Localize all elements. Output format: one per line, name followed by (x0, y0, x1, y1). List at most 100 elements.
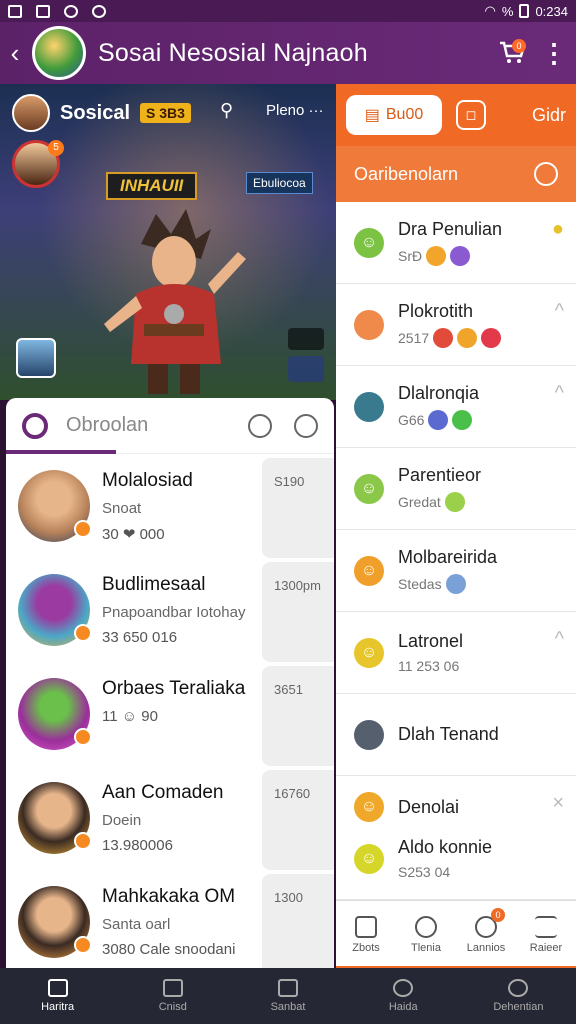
right-bottom-label: Tlenia (411, 941, 441, 954)
app-title: Sosai Nesosial Najnaoh (98, 38, 368, 67)
emoji-icon (452, 410, 473, 430)
chat-row[interactable]: Budlimesaal Pnapoandbar Iotohay 33 650 0… (6, 560, 334, 664)
app-bar: ‹ Sosai Nesosial Najnaoh 0 ⋮ (0, 22, 576, 84)
wifi-icon: ◠ (484, 3, 496, 18)
chat-name: Aan Comaden (102, 782, 224, 803)
user-icon[interactable] (534, 162, 558, 186)
hero-overlay-button[interactable] (288, 356, 324, 382)
document-icon: ▤ (364, 107, 380, 124)
chat-row[interactable]: Mahkakaka OM Santa oarl 3080 Cale snooda… (6, 872, 334, 968)
item-name: Parentieor (398, 465, 482, 485)
right-panel-header: Oaribenolarn (336, 146, 576, 202)
right-bottom-home[interactable]: Zbots (336, 901, 396, 968)
right-bottom-search[interactable]: Tlenia (396, 901, 456, 968)
tab-chats[interactable]: Obroolan (66, 414, 148, 437)
item-name: Dlah Tenand (398, 724, 499, 744)
nav-chats[interactable]: Cnisd (115, 968, 230, 1024)
tab-secondary[interactable]: ◻ (456, 100, 486, 130)
search-icon[interactable]: ⚲ (220, 100, 233, 121)
nav-label: Cnisd (158, 1001, 187, 1013)
item-name: Dlalronqia (398, 383, 480, 403)
back-arrow-icon[interactable]: ‹ (0, 38, 30, 69)
nav-label: Sanbat (270, 1001, 306, 1013)
hero-game-banner: INHAUII (106, 172, 198, 200)
compass-icon (278, 979, 298, 997)
tab-tertiary[interactable]: Gidr (532, 95, 566, 135)
status-badge (74, 728, 92, 746)
nav-home[interactable]: Haritra (0, 968, 115, 1024)
chat-time: S190 (262, 458, 334, 558)
star-icon (445, 574, 466, 594)
list-item[interactable]: Plokrotith 2517 ^ (336, 284, 576, 366)
chat-name: Molalosiad (102, 470, 193, 491)
user-icon[interactable] (294, 413, 318, 438)
item-icon: ☺ (354, 843, 384, 874)
right-bottom-label: Raieer (529, 941, 563, 954)
search-icon[interactable] (22, 412, 48, 439)
chevron-up-icon[interactable]: ^ (555, 628, 564, 651)
chevron-up-icon[interactable]: ^ (555, 382, 564, 405)
right-bottom-bar: Zbots Tlenia 0 Lannios Raieer (336, 900, 576, 968)
item-sub: G66 (398, 412, 425, 428)
chat-header: Obroolan (6, 398, 334, 454)
close-icon[interactable]: × (552, 792, 564, 815)
list-item[interactable]: ☺ Aldo konnie S253 04 (336, 818, 576, 900)
list-item[interactable]: ☺ Latronel 11 253 06 ^ (336, 612, 576, 694)
list-item[interactable]: Dlalronqia G66 ^ (336, 366, 576, 448)
list-item[interactable]: ☺ Molbareirida Stedas (336, 530, 576, 612)
chat-preview: Santa oarl (102, 916, 171, 933)
chat-time: 3651 (262, 666, 334, 766)
status-bar: ◠ % 0:234 (0, 0, 576, 22)
cart-badge: 0 (512, 39, 526, 53)
image-icon (36, 4, 50, 18)
item-sub: S253 04 (398, 864, 451, 880)
user-icon: 0 (475, 907, 505, 938)
chat-row[interactable]: Molalosiad Snoat 30 ❤ 000 S190 (6, 456, 334, 560)
status-badge (74, 624, 92, 642)
game-hero-banner[interactable]: Sosical S 3B3 ⚲ Pleno ··· 5 INHAUII Ebul… (0, 84, 336, 400)
status-badge (74, 936, 92, 954)
chat-meta: 30 ❤ 000 (102, 526, 165, 543)
tab-primary[interactable]: ▤ Bu00 (346, 95, 442, 135)
item-sub: 2517 (398, 330, 430, 346)
list-item[interactable]: ☺ Dra Penulian SrÐ ● (336, 202, 576, 284)
chat-list-card: Obroolan Molalosiad Snoat 30 ❤ 000 S190 … (6, 398, 334, 968)
more-menu-button[interactable]: ⋮ (532, 38, 576, 69)
hero-thumbnail[interactable] (16, 338, 56, 378)
hero-menu-link[interactable]: Pleno ··· (266, 102, 324, 119)
item-icon: ☺ (354, 555, 384, 586)
status-badge (74, 832, 92, 850)
chat-row[interactable]: Orbaes Teraliaka 11 ☺ 90 3651 (6, 664, 334, 768)
right-panel-title: Oaribenolarn (354, 163, 459, 184)
search-icon (393, 979, 414, 997)
status-badge (74, 520, 92, 538)
right-bottom-profile[interactable]: 0 Lannios (456, 901, 516, 968)
avatar[interactable] (12, 94, 50, 132)
item-name: Molbareirida (398, 547, 498, 567)
notification-badge: 0 (491, 907, 505, 922)
app-logo (32, 26, 86, 80)
chat-meta: 3080 Cale snoodani (102, 941, 236, 958)
chat-row[interactable]: Aan Comaden Doein 13.980006 16760 (6, 768, 334, 872)
avatar (18, 470, 92, 542)
chat-name: Mahkakaka OM (102, 886, 236, 907)
cart-button[interactable]: 0 (492, 33, 532, 73)
nav-explore[interactable]: Sanbat (230, 968, 345, 1024)
right-panel: ▤ Bu00 ◻ Gidr Oaribenolarn ☺ Dra Penulia… (336, 84, 576, 968)
chat-meta: 13.980006 (102, 837, 173, 854)
menu-icon (535, 915, 557, 938)
search-icon[interactable] (248, 413, 272, 438)
hero-chip: S 3B3 (140, 103, 191, 123)
hero-character-image (104, 209, 246, 394)
right-bottom-menu[interactable]: Raieer (516, 901, 576, 968)
nav-search[interactable]: Haida (346, 968, 461, 1024)
nav-profile[interactable]: Dehentian (461, 968, 576, 1024)
avatar (18, 574, 92, 646)
chevron-up-icon[interactable]: ^ (555, 300, 564, 323)
list-item[interactable]: ☺ Parentieor Gredat (336, 448, 576, 530)
emoji-icon (481, 328, 502, 348)
list-item[interactable]: Dlah Tenand (336, 694, 576, 776)
item-icon: ☺ (354, 227, 384, 258)
chat-name: Orbaes Teraliaka (102, 678, 246, 699)
right-tab-bar: ▤ Bu00 ◻ Gidr (336, 84, 576, 146)
